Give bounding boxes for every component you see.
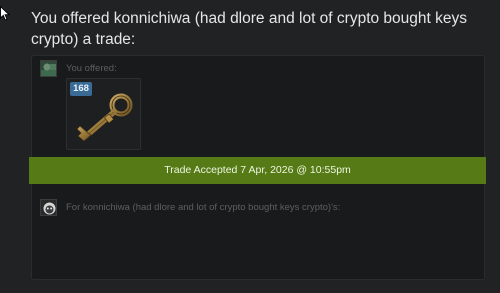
trade-headline: You offered konnichiwa (had dlore and lo… [31, 10, 468, 48]
for-partner-label: For konnichiwa (had dlore and lot of cry… [66, 202, 341, 213]
your-avatar[interactable] [40, 60, 57, 77]
partner-avatar-icon [41, 200, 56, 215]
offered-item-slot[interactable]: 168 [66, 78, 141, 150]
trade-accepted-banner: Trade Accepted 7 Apr, 2026 @ 10:55pm [29, 157, 486, 184]
mouse-cursor-icon [0, 6, 10, 21]
user-avatar-icon [41, 61, 56, 76]
key-icon [76, 93, 133, 142]
partner-avatar[interactable] [40, 199, 57, 216]
you-offered-label: You offered: [66, 63, 117, 74]
trade-offer-view: You offered konnichiwa (had dlore and lo… [0, 0, 500, 293]
